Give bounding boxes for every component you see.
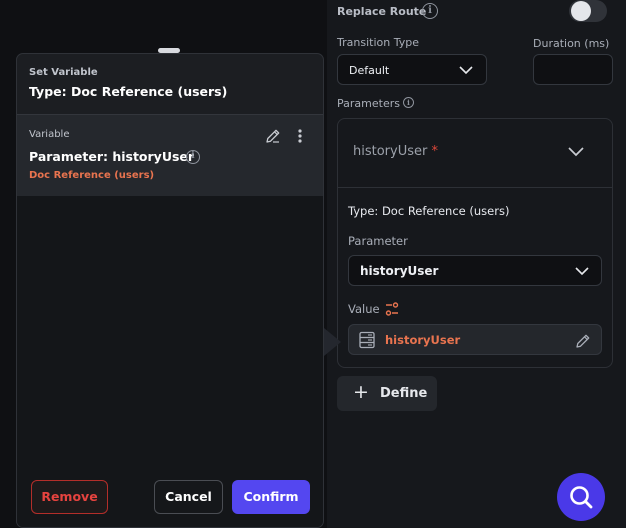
duration-input[interactable] — [533, 54, 613, 85]
edit-pencil-icon[interactable] — [574, 332, 592, 350]
duration-label: Duration (ms) — [533, 37, 610, 50]
define-button-label: Define — [380, 386, 428, 401]
variable-type: Doc Reference (users) — [29, 170, 155, 181]
card-divider — [338, 187, 612, 188]
replace-route-toggle[interactable] — [569, 0, 607, 22]
dialog-header-small: Set Variable — [29, 67, 98, 78]
variable-small-label: Variable — [29, 129, 70, 140]
variable-source-icon[interactable] — [384, 301, 400, 317]
required-mark: * — [431, 144, 438, 159]
param-type-text: Type: Doc Reference (users) — [348, 204, 510, 218]
value-chip-text: historyUser — [385, 333, 461, 347]
parameter-select-value: historyUser — [360, 264, 439, 278]
parameters-info-icon[interactable]: i — [403, 97, 414, 108]
variable-info-icon[interactable]: i — [186, 150, 200, 164]
value-chip[interactable]: historyUser — [348, 324, 602, 355]
confirm-button[interactable]: Confirm — [232, 480, 310, 514]
variable-section[interactable]: Variable Parameter: historyUser i Doc Re… — [17, 114, 323, 198]
chevron-down-icon[interactable] — [567, 143, 585, 159]
transition-type-value: Default — [349, 64, 390, 77]
more-vertical-icon[interactable] — [293, 127, 307, 145]
popover-pointer — [324, 328, 341, 356]
toggle-knob — [571, 1, 591, 21]
chevron-down-icon — [459, 66, 473, 75]
parameter-card-header[interactable]: historyUser * — [338, 119, 612, 187]
plus-icon: + — [353, 381, 369, 403]
remove-button[interactable]: Remove — [31, 480, 108, 514]
value-field-label: Value — [348, 302, 380, 316]
search-fab-button[interactable] — [557, 473, 605, 521]
search-icon — [570, 486, 593, 509]
parameter-field-label: Parameter — [348, 234, 408, 248]
parameter-select[interactable]: historyUser — [348, 255, 602, 286]
edit-pencil-icon[interactable] — [264, 127, 282, 145]
dialog-body — [17, 196, 323, 527]
parameter-name: historyUser * — [353, 144, 438, 159]
define-button[interactable]: + Define — [337, 376, 437, 411]
cancel-button[interactable]: Cancel — [154, 480, 223, 514]
chevron-down-icon — [575, 267, 589, 276]
database-icon — [359, 331, 375, 349]
dialog-header: Set Variable Type: Doc Reference (users) — [17, 54, 323, 114]
transition-type-select[interactable]: Default — [337, 54, 487, 85]
transition-type-label: Transition Type — [337, 36, 419, 49]
dialog-drag-handle[interactable] — [158, 48, 180, 53]
parameters-label: Parameters — [337, 97, 400, 110]
dialog-header-title: Type: Doc Reference (users) — [29, 84, 228, 99]
set-variable-dialog: Set Variable Type: Doc Reference (users)… — [16, 53, 324, 528]
parameter-card: historyUser * Type: Doc Reference (users… — [337, 118, 613, 368]
replace-route-info-icon[interactable]: i — [422, 3, 438, 19]
variable-title: Parameter: historyUser — [29, 149, 195, 164]
replace-route-label: Replace Route — [337, 5, 427, 18]
right-panel: Replace Route i Transition Type Default … — [327, 0, 626, 528]
